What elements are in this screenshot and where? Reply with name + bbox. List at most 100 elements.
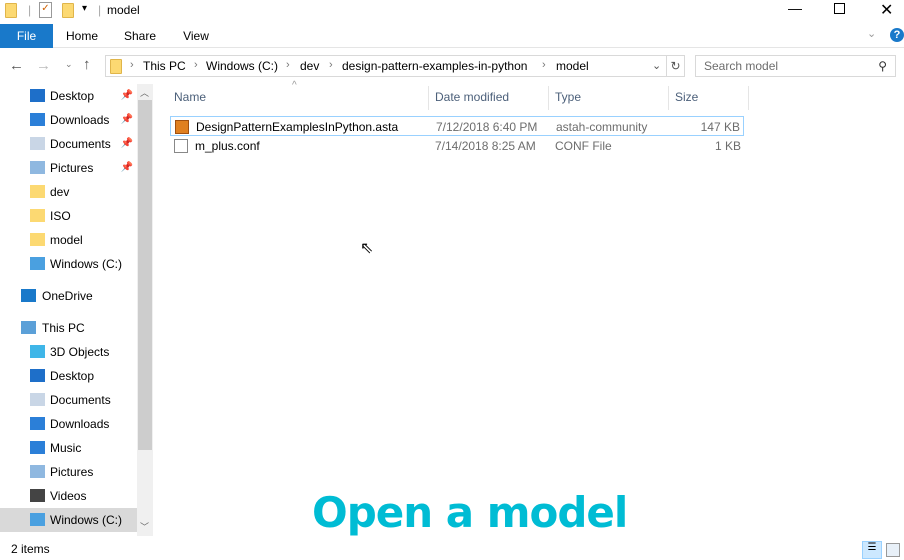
- scroll-down-icon[interactable]: ﹀: [140, 520, 149, 533]
- cloud-icon: [21, 289, 36, 302]
- breadcrumb-dev[interactable]: dev: [300, 59, 319, 73]
- file-name: DesignPatternExamplesInPython.asta: [196, 120, 399, 134]
- maximize-button[interactable]: [834, 3, 845, 14]
- close-button[interactable]: ✕: [880, 0, 893, 20]
- sidebar-item-label: Documents: [50, 393, 111, 407]
- tab-view[interactable]: View: [170, 24, 222, 48]
- sidebar-item-label: OneDrive: [42, 289, 93, 303]
- sidebar-item-label: Desktop: [50, 89, 95, 103]
- sidebar-item-label: Downloads: [50, 417, 110, 431]
- sidebar-item-label: Windows (C:): [50, 257, 123, 271]
- tab-home[interactable]: Home: [56, 24, 108, 48]
- desktop-icon: [30, 89, 45, 102]
- search-input[interactable]: Search model ⚲: [695, 55, 896, 77]
- folder-icon: [5, 3, 17, 18]
- download-icon: [30, 113, 45, 126]
- sidebar-item-label: Pictures: [50, 465, 94, 479]
- sidebar-item[interactable]: This PC: [0, 316, 137, 340]
- sidebar-item[interactable]: Documents 📌: [0, 132, 137, 156]
- sidebar-item[interactable]: Downloads 📌: [0, 108, 137, 132]
- file-row[interactable]: m_plus.conf 7/14/2018 8:25 AM CONF File …: [170, 136, 744, 156]
- folder-icon: [30, 209, 45, 222]
- help-icon[interactable]: ?: [890, 28, 904, 42]
- pin-icon: 📌: [120, 138, 133, 149]
- sidebar-item[interactable]: Music: [0, 436, 137, 460]
- sidebar-item-label: Pictures: [50, 161, 94, 175]
- title-bar: | ✓ ▾ | model — ✕: [0, 0, 904, 22]
- file-size: 1 KB: [714, 139, 741, 153]
- folder-icon: [30, 185, 45, 198]
- file-row[interactable]: DesignPatternExamplesInPython.asta 7/12/…: [170, 116, 744, 136]
- sidebar-item[interactable]: OneDrive: [0, 284, 137, 308]
- sidebar-item[interactable]: Windows (C:): [0, 508, 137, 532]
- drive-icon: [30, 257, 45, 270]
- properties-icon[interactable]: ✓: [39, 2, 52, 18]
- refresh-button[interactable]: ↻: [666, 56, 684, 76]
- address-bar[interactable]: › This PC › Windows (C:) › dev › design-patt…: [105, 55, 685, 77]
- folder-icon: [110, 59, 122, 74]
- sidebar-item-label: Desktop: [50, 369, 95, 383]
- nav-scrollbar[interactable]: ︿ ﹀: [137, 84, 153, 536]
- documents-icon: [30, 393, 45, 406]
- pin-icon: 📌: [120, 90, 133, 101]
- tab-file[interactable]: File: [0, 24, 53, 48]
- column-header-size[interactable]: Size: [669, 86, 749, 110]
- sidebar-item[interactable]: Pictures 📌: [0, 156, 137, 180]
- download-icon: [30, 417, 45, 430]
- up-button[interactable]: ↑: [83, 56, 91, 73]
- sidebar-item-label: Windows (C:): [50, 513, 123, 527]
- sidebar-item[interactable]: Desktop: [0, 364, 137, 388]
- navigation-pane: Desktop 📌 Downloads 📌 Documents 📌 Pictures 📌 dev…: [0, 84, 137, 536]
- scrollbar-thumb[interactable]: [138, 100, 152, 450]
- divider: |: [98, 3, 102, 17]
- column-header-name[interactable]: Name: [168, 86, 429, 110]
- status-item-count: 2 items: [11, 542, 50, 556]
- ribbon-tabs: File Home Share View ⌄ ?: [0, 24, 904, 48]
- music-icon: [30, 441, 45, 454]
- window-title: model: [107, 3, 140, 17]
- folder-icon: [30, 233, 45, 246]
- sidebar-item-label: Documents: [50, 137, 111, 151]
- tab-share[interactable]: Share: [114, 24, 166, 48]
- sidebar-item[interactable]: 3D Objects: [0, 340, 137, 364]
- customize-toolbar-icon[interactable]: ▾: [82, 3, 87, 14]
- sidebar-item[interactable]: Windows (C:): [0, 252, 137, 276]
- breadcrumb-windows-c[interactable]: Windows (C:): [206, 59, 278, 73]
- sidebar-item-label: Videos: [50, 489, 87, 503]
- breadcrumb-model[interactable]: model: [556, 59, 589, 73]
- file-type: astah-community: [556, 120, 648, 134]
- desktop-icon: [30, 369, 45, 382]
- expand-ribbon-icon[interactable]: ⌄: [867, 27, 876, 40]
- search-icon[interactable]: ⚲: [878, 56, 887, 76]
- column-header-date[interactable]: Date modified: [429, 86, 549, 110]
- documents-icon: [30, 137, 45, 150]
- large-icons-view-button[interactable]: [886, 543, 900, 557]
- details-view-button[interactable]: ☰: [862, 541, 882, 559]
- sidebar-item-label: Music: [50, 441, 82, 455]
- recent-locations-icon[interactable]: ⌄: [65, 59, 73, 70]
- scroll-up-icon[interactable]: ︿: [140, 86, 149, 99]
- breadcrumb-design-pattern[interactable]: design-pattern-examples-in-python: [342, 59, 527, 73]
- sidebar-item[interactable]: model: [0, 228, 137, 252]
- column-header-type[interactable]: Type: [549, 86, 669, 110]
- sidebar-item[interactable]: ISO: [0, 204, 137, 228]
- sidebar-item-label: model: [50, 233, 83, 247]
- sidebar-item[interactable]: Desktop 📌: [0, 84, 137, 108]
- sidebar-item-label: Downloads: [50, 113, 110, 127]
- sidebar-item[interactable]: Downloads: [0, 412, 137, 436]
- sidebar-item[interactable]: dev: [0, 180, 137, 204]
- minimize-button[interactable]: —: [788, 0, 802, 16]
- sidebar-item[interactable]: Documents: [0, 388, 137, 412]
- forward-button[interactable]: →: [36, 57, 51, 74]
- sidebar-item-label: This PC: [42, 321, 85, 335]
- new-folder-icon[interactable]: [62, 3, 74, 18]
- address-dropdown-icon[interactable]: ⌄: [652, 59, 661, 72]
- back-button[interactable]: ←: [9, 57, 24, 74]
- sidebar-item[interactable]: Videos: [0, 484, 137, 508]
- sidebar-item[interactable]: Pictures: [0, 460, 137, 484]
- breadcrumb-this-pc[interactable]: This PC: [143, 59, 186, 73]
- caption-overlay: Open a model: [312, 488, 628, 537]
- file-date: 7/12/2018 6:40 PM: [436, 120, 538, 134]
- pin-icon: 📌: [120, 114, 133, 125]
- pictures-icon: [30, 465, 45, 478]
